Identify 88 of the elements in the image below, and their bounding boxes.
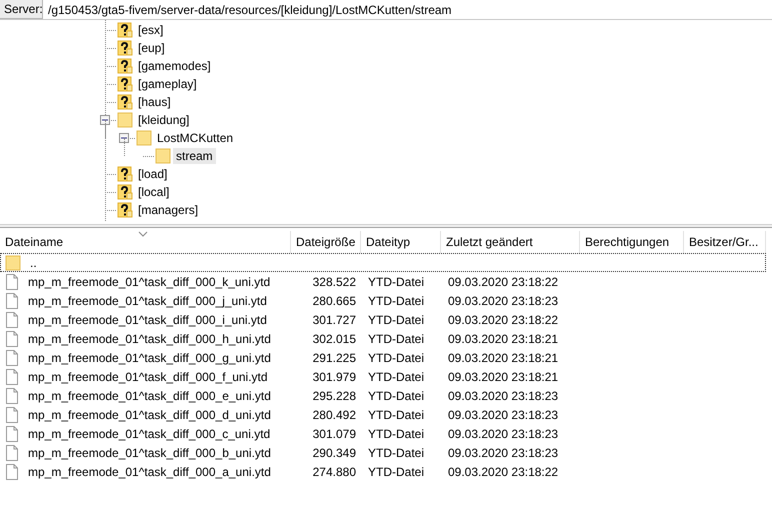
tree-item[interactable]: [local] <box>135 184 172 200</box>
file-size: 295.228 <box>312 388 356 402</box>
unknown-folder-icon <box>117 76 133 92</box>
file-size: 301.979 <box>312 370 356 384</box>
file-icon <box>5 292 19 308</box>
tree-item[interactable]: [haus] <box>135 94 174 110</box>
file-icon <box>5 426 19 442</box>
file-name[interactable]: .. <box>24 256 43 270</box>
file-type: YTD-Datei <box>368 350 424 364</box>
file-icon <box>5 406 19 422</box>
file-size: 274.880 <box>312 464 356 478</box>
unknown-folder-icon <box>117 202 133 218</box>
file-size: 328.522 <box>312 274 356 288</box>
file-type: YTD-Datei <box>368 332 424 346</box>
file-name[interactable]: mp_m_freemode_01^task_diff_000_k_uni.ytd <box>22 274 276 288</box>
file-name[interactable]: mp_m_freemode_01^task_diff_000_b_uni.ytd <box>22 446 277 460</box>
tree-item[interactable]: [gameplay] <box>135 76 200 92</box>
modified-date: 09.03.2020 23:18:21 <box>448 332 558 346</box>
column-header[interactable]: Besitzer/Gr... <box>684 231 766 253</box>
tree-item[interactable]: [gamemodes] <box>135 58 214 74</box>
modified-date: 09.03.2020 23:18:22 <box>448 312 558 326</box>
file-icon <box>5 330 19 346</box>
unknown-folder-icon <box>117 58 133 74</box>
tree-item[interactable]: [managers] <box>135 202 202 218</box>
unknown-folder-icon <box>117 22 133 38</box>
modified-date: 09.03.2020 23:18:23 <box>448 446 558 460</box>
folder-icon <box>155 148 171 164</box>
column-header[interactable]: Berechtigungen <box>580 231 684 253</box>
file-type: YTD-Datei <box>368 464 424 478</box>
modified-date: 09.03.2020 23:18:23 <box>448 426 558 440</box>
file-name[interactable]: mp_m_freemode_01^task_diff_000_e_uni.ytd <box>22 388 277 402</box>
modified-date: 09.03.2020 23:18:23 <box>448 388 558 402</box>
file-type: YTD-Datei <box>368 370 424 384</box>
file-type: YTD-Datei <box>368 408 424 422</box>
file-name[interactable]: mp_m_freemode_01^task_diff_000_g_uni.ytd <box>22 350 277 364</box>
unknown-folder-icon <box>117 94 133 110</box>
tree-item[interactable]: [kleidung] <box>135 112 192 128</box>
unknown-folder-icon <box>117 184 133 200</box>
file-size: 280.665 <box>312 294 356 308</box>
file-icon <box>5 444 19 460</box>
modified-date: 09.03.2020 23:18:23 <box>448 408 558 422</box>
unknown-folder-icon <box>117 40 133 56</box>
collapse-icon[interactable] <box>119 133 129 143</box>
file-size: 301.727 <box>312 312 356 326</box>
file-type: YTD-Datei <box>368 312 424 326</box>
file-type: YTD-Datei <box>368 294 424 308</box>
folder-icon <box>5 254 21 270</box>
tree-item[interactable]: [eup] <box>135 40 168 56</box>
unknown-folder-icon <box>117 166 133 182</box>
folder-icon <box>136 130 152 146</box>
file-icon <box>5 274 19 290</box>
file-size: 280.492 <box>312 408 356 422</box>
file-name[interactable]: mp_m_freemode_01^task_diff_000_a_uni.ytd <box>22 464 277 478</box>
file-name[interactable]: mp_m_freemode_01^task_diff_000_f_uni.ytd <box>22 370 274 384</box>
file-icon <box>5 312 19 328</box>
tree-item[interactable]: [esx] <box>135 22 166 38</box>
file-icon <box>5 388 19 404</box>
file-type: YTD-Datei <box>368 446 424 460</box>
tree-item[interactable]: stream <box>173 148 216 164</box>
file-type: YTD-Datei <box>368 274 424 288</box>
file-name[interactable]: mp_m_freemode_01^task_diff_000_c_uni.ytd <box>22 426 276 440</box>
collapse-icon[interactable] <box>100 115 110 125</box>
column-header[interactable]: Dateityp <box>361 231 441 253</box>
modified-date: 09.03.2020 23:18:21 <box>448 350 558 364</box>
file-name[interactable]: mp_m_freemode_01^task_diff_000_d_uni.ytd <box>22 408 277 422</box>
modified-date: 09.03.2020 23:18:22 <box>448 464 558 478</box>
file-icon <box>5 350 19 366</box>
file-name[interactable]: mp_m_freemode_01^task_diff_000_i_uni.ytd <box>22 312 273 326</box>
column-header[interactable]: Dateigröße <box>291 231 361 253</box>
file-icon <box>5 464 19 480</box>
column-header[interactable]: Dateiname <box>0 231 291 253</box>
file-icon <box>5 368 19 384</box>
modified-date: 09.03.2020 23:18:22 <box>448 274 558 288</box>
tree-item[interactable]: LostMCKutten <box>154 130 236 146</box>
file-size: 301.079 <box>312 426 356 440</box>
file-size: 302.015 <box>312 332 356 346</box>
modified-date: 09.03.2020 23:18:23 <box>448 294 558 308</box>
file-name[interactable]: mp_m_freemode_01^task_diff_000_h_uni.ytd <box>22 332 277 346</box>
file-size: 291.225 <box>312 350 356 364</box>
file-type: YTD-Datei <box>368 388 424 402</box>
file-name[interactable]: mp_m_freemode_01^task_diff_000_j_uni.ytd <box>22 294 273 308</box>
file-size: 290.349 <box>312 446 356 460</box>
file-type: YTD-Datei <box>368 426 424 440</box>
column-header[interactable]: Zuletzt geändert <box>441 231 580 253</box>
modified-date: 09.03.2020 23:18:21 <box>448 370 558 384</box>
tree-item[interactable]: [load] <box>135 166 170 182</box>
folder-icon <box>117 112 133 128</box>
server-label: Server: <box>0 0 43 19</box>
